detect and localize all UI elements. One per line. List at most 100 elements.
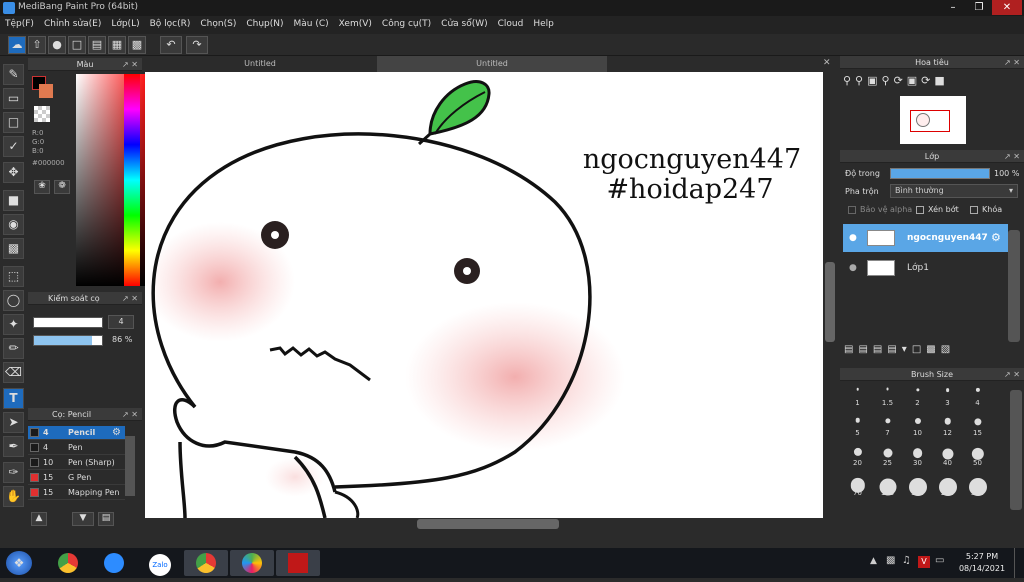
brush-item[interactable]: 15 Mapping Pen xyxy=(28,486,125,500)
brush-size-option[interactable]: 200 xyxy=(933,472,962,498)
line-tool-icon[interactable]: ✓ xyxy=(3,136,24,157)
minimize-button[interactable]: – xyxy=(940,0,966,15)
panel-layout-icon[interactable]: ▦ xyxy=(108,36,126,54)
select-rect-icon[interactable]: ⬚ xyxy=(3,266,24,287)
brush-size-option[interactable]: 7 xyxy=(873,412,902,438)
navigator-zoom-buttons[interactable]: ⚲⚲▣⚲⟳▣⟳■ xyxy=(843,74,949,87)
navigator-thumbnail[interactable] xyxy=(900,96,966,144)
saturation-value-picker[interactable] xyxy=(76,74,152,286)
redo-icon[interactable]: ↷ xyxy=(186,36,208,54)
zalo-icon[interactable]: Zalo xyxy=(138,550,182,576)
bucket-tool-icon[interactable]: ◉ xyxy=(3,214,24,235)
operation-tool-icon[interactable]: ➤ xyxy=(3,412,24,433)
eyedropper-icon[interactable]: ✑ xyxy=(3,462,24,483)
start-button[interactable]: ❖ xyxy=(6,551,32,575)
cloud-icon[interactable]: ☁ xyxy=(8,36,26,54)
layer-toolbar-icons[interactable]: ▤▤▤▤▾□▩▧ xyxy=(844,344,955,355)
menu-help[interactable]: Help xyxy=(528,16,559,29)
add-brush-icon[interactable]: ▲ xyxy=(31,512,47,526)
menu-capture[interactable]: Chụp(N) xyxy=(241,16,288,29)
eye-icon[interactable]: ● xyxy=(849,224,857,252)
brush-size-option[interactable]: 30 xyxy=(903,442,932,468)
brush-item[interactable]: 10 Pen (Sharp) xyxy=(28,456,125,470)
menu-file[interactable]: Tệp(F) xyxy=(0,16,39,29)
menu-cloud[interactable]: Cloud xyxy=(493,16,529,29)
layer-item[interactable]: ● ngocnguyen447 ⚙ xyxy=(843,224,1008,252)
brush-menu-icon[interactable]: ▼ xyxy=(72,512,94,526)
layer-item[interactable]: ● Lớp1 xyxy=(843,254,1008,282)
brush-size-option[interactable]: 150 xyxy=(903,472,932,498)
brush-item[interactable]: 4 Pen xyxy=(28,441,125,455)
move-tool-icon[interactable]: ✥ xyxy=(3,162,24,183)
chrome-icon[interactable] xyxy=(46,550,90,576)
panel-close-icon[interactable]: ↗ ✕ xyxy=(122,58,138,71)
divide-tool-icon[interactable]: ✒ xyxy=(3,436,24,457)
panel-close-icon[interactable]: ↗ ✕ xyxy=(1004,56,1020,69)
brush-size-option[interactable]: 15 xyxy=(963,412,992,438)
brush-size-option[interactable]: 2 xyxy=(903,382,932,408)
brush-size-option[interactable]: 40 xyxy=(933,442,962,468)
clock-date[interactable]: 08/14/2021 xyxy=(958,564,1006,573)
tray-volume-icon[interactable]: ♫ xyxy=(902,555,911,566)
drawing-canvas[interactable]: ngocnguyen447 #hoidap247 xyxy=(145,72,823,518)
tray-antivirus-icon[interactable]: V xyxy=(918,556,930,568)
horizontal-scroll-thumb[interactable] xyxy=(417,519,559,529)
lock-checkbox[interactable] xyxy=(970,206,978,214)
vertical-scroll-thumb[interactable] xyxy=(825,262,835,342)
canvas-text-hashtag[interactable]: #hoidap247 xyxy=(606,174,773,205)
brush-size-option[interactable]: 20 xyxy=(843,442,872,468)
menu-window[interactable]: Cửa sổ(W) xyxy=(436,16,492,29)
brush-size-slider[interactable] xyxy=(33,317,103,328)
canvas-text-username[interactable]: ngocnguyen447 xyxy=(583,144,801,175)
menu-color[interactable]: Màu (C) xyxy=(289,16,334,29)
background-color-swatch[interactable] xyxy=(39,84,53,98)
zoom-icon[interactable] xyxy=(92,550,136,576)
brush-size-option[interactable]: 300 xyxy=(963,472,992,498)
panel-close-icon[interactable]: ↗ ✕ xyxy=(1004,150,1020,163)
tab-untitled-2[interactable]: Untitled xyxy=(377,56,607,72)
brush-size-value[interactable]: 4 xyxy=(108,315,134,329)
transparent-color-swatch[interactable] xyxy=(34,106,50,122)
tray-battery-icon[interactable]: ▭ xyxy=(935,555,944,566)
brush-size-option[interactable]: 12 xyxy=(933,412,962,438)
palette-icon[interactable]: ❀ xyxy=(34,180,50,194)
brush-size-option[interactable]: 1 xyxy=(843,382,872,408)
medibang-icon[interactable] xyxy=(230,550,274,576)
document-icon[interactable]: ▤ xyxy=(88,36,106,54)
eye-icon[interactable]: ● xyxy=(849,254,857,282)
layer-opacity-slider[interactable] xyxy=(890,168,990,179)
canvas-horizontal-scrollbar[interactable] xyxy=(145,518,823,530)
canvas-vertical-scrollbar[interactable] xyxy=(823,72,837,518)
menu-select[interactable]: Chọn(S) xyxy=(195,16,241,29)
tab-untitled-1[interactable]: Untitled xyxy=(145,56,375,72)
brush-size-scrollbar[interactable] xyxy=(1010,390,1022,510)
rectangle-tool-icon[interactable]: □ xyxy=(3,112,24,133)
protect-alpha-checkbox[interactable] xyxy=(848,206,856,214)
tab-close-icon[interactable]: ✕ xyxy=(823,58,831,68)
blend-mode-select[interactable]: Bình thường ▾ xyxy=(890,184,1018,198)
select-pen-icon[interactable]: ✏ xyxy=(3,338,24,359)
share-icon[interactable]: ⇧ xyxy=(28,36,46,54)
brush-size-option[interactable]: 10 xyxy=(903,412,932,438)
brush-item[interactable]: 4 Pencil ⚙ xyxy=(28,426,125,440)
tray-network-icon[interactable]: ▩ xyxy=(886,555,895,566)
menu-edit[interactable]: Chỉnh sửa(E) xyxy=(39,16,106,29)
gradient-tool-icon[interactable]: ▩ xyxy=(3,238,24,259)
clipping-checkbox[interactable] xyxy=(916,206,924,214)
brush-size-option[interactable]: 50 xyxy=(963,442,992,468)
panel-close-icon[interactable]: ↗ ✕ xyxy=(1004,368,1020,381)
brush-size-option[interactable]: 4 xyxy=(963,382,992,408)
show-desktop-button[interactable] xyxy=(1014,548,1024,578)
brush-opacity-slider[interactable] xyxy=(33,335,103,346)
brush-size-option[interactable]: 25 xyxy=(873,442,902,468)
page-icon[interactable]: □ xyxy=(68,36,86,54)
tray-chevron-icon[interactable]: ▲ xyxy=(870,556,877,566)
undo-icon[interactable]: ↶ xyxy=(160,36,182,54)
clock-time[interactable]: 5:27 PM xyxy=(962,552,1002,561)
panel-close-icon[interactable]: ↗ ✕ xyxy=(122,292,138,305)
comment-icon[interactable]: ● xyxy=(48,36,66,54)
menu-tools[interactable]: Công cụ(T) xyxy=(377,16,436,29)
brush-size-option[interactable]: 5 xyxy=(843,412,872,438)
brush-size-option[interactable]: 1.5 xyxy=(873,382,902,408)
brush-item[interactable]: 15 G Pen xyxy=(28,471,125,485)
